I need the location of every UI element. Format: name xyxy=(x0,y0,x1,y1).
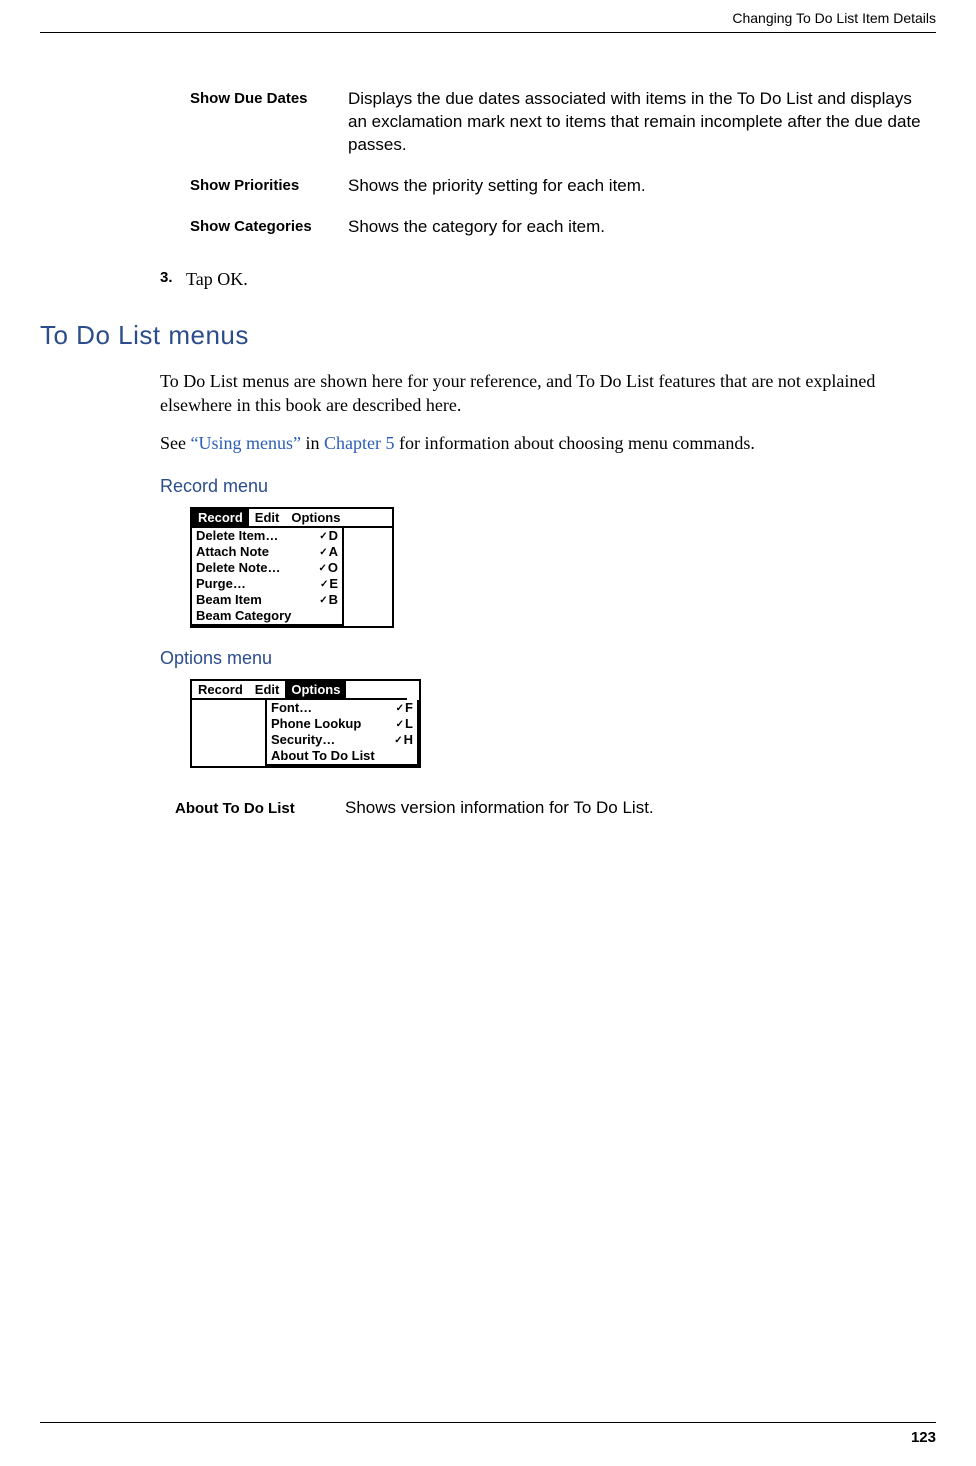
menu-item: Attach Note A xyxy=(192,544,342,560)
menu-item-label: Phone Lookup xyxy=(271,716,361,732)
menu-item-label: Beam Category xyxy=(196,608,291,624)
definition-desc: Shows the priority setting for each item… xyxy=(348,175,926,198)
definition-list: Show Due Dates Displays the due dates as… xyxy=(190,88,926,239)
subsection-heading: Record menu xyxy=(160,476,936,497)
menu-item-shortcut: L xyxy=(396,716,413,732)
menu-tab-options: Options xyxy=(285,681,346,699)
page-number: 123 xyxy=(911,1429,936,1446)
page-footer: 123 xyxy=(40,1422,936,1446)
menu-tab-options: Options xyxy=(285,509,346,527)
menu-item: Purge… E xyxy=(192,576,342,592)
about-desc: Shows version information for To Do List… xyxy=(345,798,654,818)
definition-row: Show Categories Shows the category for e… xyxy=(190,216,926,239)
definition-term: Show Due Dates xyxy=(190,88,348,107)
body-paragraph: To Do List menus are shown here for your… xyxy=(160,369,926,418)
menu-item-label: Delete Note… xyxy=(196,560,281,576)
menu-tab-edit: Edit xyxy=(249,509,286,527)
menu-dropdown: Delete Item… D Attach Note A Delete Note… O… xyxy=(190,528,344,626)
about-term: About To Do List xyxy=(175,798,345,817)
definition-term: Show Priorities xyxy=(190,175,348,194)
menu-dropdown: Font… F Phone Lookup L Security… H About To… xyxy=(265,700,419,766)
definition-desc: Shows the category for each item. xyxy=(348,216,926,239)
menu-item-label: About To Do List xyxy=(271,748,375,764)
menu-item-shortcut: E xyxy=(320,576,338,592)
text-fragment: See xyxy=(160,433,191,453)
cross-reference-link[interactable]: “Using menus” xyxy=(191,433,301,453)
menu-item-label: Purge… xyxy=(196,576,246,592)
menu-item-shortcut: A xyxy=(319,544,338,560)
menu-bar: Record Edit Options xyxy=(192,509,392,529)
menu-tab-record: Record xyxy=(192,509,249,527)
step-text: Tap OK. xyxy=(186,269,248,290)
menu-item: Delete Item… D xyxy=(192,528,342,544)
section-heading: To Do List menus xyxy=(40,320,936,351)
record-menu-figure: Record Edit Options Delete Item… D Attach… xyxy=(190,507,394,628)
subsection-heading: Options menu xyxy=(160,648,936,669)
menu-tab-edit: Edit xyxy=(249,681,286,699)
menu-item-label: Attach Note xyxy=(196,544,269,560)
menu-bar: Record Edit Options xyxy=(192,681,407,701)
menu-tab-record: Record xyxy=(192,681,249,699)
menu-item: Font… F xyxy=(267,700,417,716)
menu-item-label: Font… xyxy=(271,700,312,716)
running-header: Changing To Do List Item Details xyxy=(40,10,936,33)
menu-item: About To Do List xyxy=(267,748,417,764)
body-paragraph: See “Using menus” in Chapter 5 for infor… xyxy=(160,431,926,455)
cross-reference-link[interactable]: Chapter 5 xyxy=(324,433,394,453)
menu-item: Beam Item B xyxy=(192,592,342,608)
menu-item-label: Delete Item… xyxy=(196,528,278,544)
options-menu-figure: Record Edit Options Font… F Phone Lookup L… xyxy=(190,679,421,768)
menu-item: Security… H xyxy=(267,732,417,748)
menu-item: Delete Note… O xyxy=(192,560,342,576)
menu-item-shortcut: O xyxy=(318,560,338,576)
menu-item: Phone Lookup L xyxy=(267,716,417,732)
definition-term: Show Categories xyxy=(190,216,348,235)
menu-item-label: Beam Item xyxy=(196,592,262,608)
definition-row: Show Due Dates Displays the due dates as… xyxy=(190,88,926,157)
text-fragment: in xyxy=(301,433,324,453)
menu-item: Beam Category xyxy=(192,608,342,624)
definition-row: Show Priorities Shows the priority setti… xyxy=(190,175,926,198)
about-definition-row: About To Do List Shows version informati… xyxy=(175,798,936,818)
menu-item-shortcut: F xyxy=(396,700,413,716)
numbered-step: 3. Tap OK. xyxy=(160,269,936,290)
menu-item-label: Security… xyxy=(271,732,335,748)
step-number: 3. xyxy=(160,269,186,290)
menu-item-shortcut: H xyxy=(394,732,413,748)
menu-item-shortcut: B xyxy=(319,592,338,608)
text-fragment: for information about choosing menu comm… xyxy=(394,433,754,453)
definition-desc: Displays the due dates associated with i… xyxy=(348,88,926,157)
menu-item-shortcut: D xyxy=(319,528,338,544)
